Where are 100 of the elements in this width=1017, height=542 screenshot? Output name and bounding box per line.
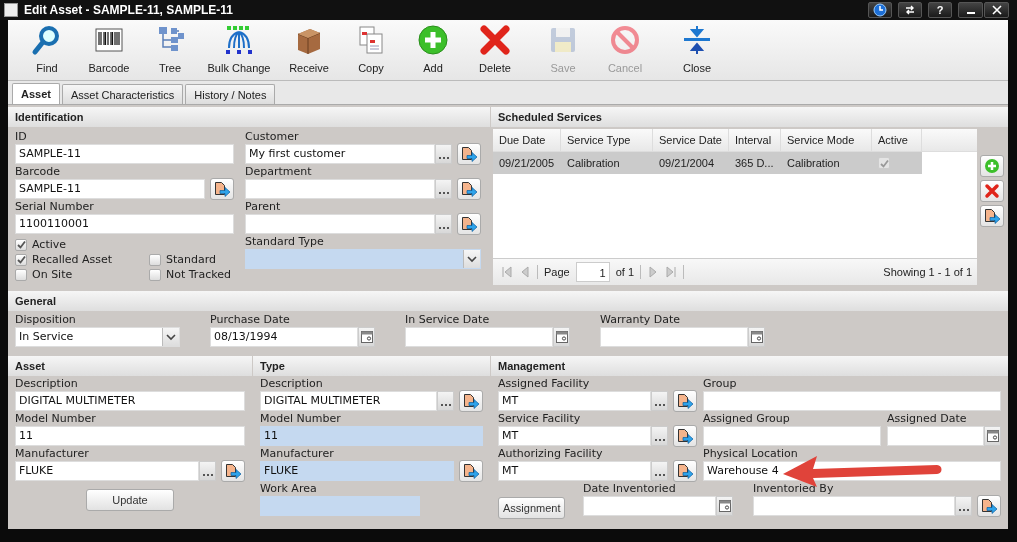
input-field[interactable] (583, 496, 716, 516)
bulk-icon (223, 24, 255, 56)
input-field[interactable] (260, 496, 420, 516)
checkbox[interactable] (15, 253, 27, 266)
browse-button[interactable] (651, 461, 668, 481)
column-header[interactable]: Service Mode (781, 129, 872, 151)
field-label: Work Area (260, 481, 318, 496)
input-field[interactable]: MT (498, 426, 651, 446)
calendar-button[interactable] (716, 496, 733, 516)
calendar-button[interactable] (984, 426, 1001, 446)
input-field[interactable] (245, 179, 435, 199)
input-field[interactable]: SAMPLE-11 (15, 179, 205, 199)
close-button[interactable] (984, 2, 1009, 18)
page-input[interactable]: 1 (575, 262, 610, 282)
input-field[interactable] (405, 327, 553, 347)
form-button[interactable]: Update (86, 489, 174, 511)
input-field[interactable] (887, 426, 984, 446)
field-label: Customer (245, 129, 300, 144)
input-field[interactable]: 11 (15, 426, 245, 446)
input-field[interactable]: FLUKE (15, 461, 199, 481)
go-to-button[interactable] (457, 213, 481, 235)
input-field[interactable]: 11 (260, 426, 483, 446)
input-field[interactable] (703, 391, 1001, 411)
field-label: Authorizing Facility (498, 446, 604, 461)
field-label: Department (245, 164, 313, 179)
page-count: of 1 (615, 266, 635, 278)
go-to-button[interactable] (673, 425, 697, 447)
calendar-button[interactable] (358, 327, 375, 347)
page-label: Page (544, 266, 570, 278)
input-field[interactable]: FLUKE (260, 461, 454, 481)
delete-button[interactable] (980, 180, 1004, 202)
input-field[interactable] (753, 496, 955, 516)
input-field[interactable]: My first customer (245, 144, 435, 164)
input-field[interactable]: MT (498, 391, 651, 411)
browse-button[interactable] (435, 144, 452, 164)
input-field[interactable]: 1100110001 (15, 214, 234, 234)
browse-button[interactable] (199, 461, 216, 481)
browse-button[interactable] (437, 391, 454, 411)
go-to-button[interactable] (221, 460, 245, 482)
document-arrow-icon (462, 462, 480, 480)
column-header[interactable]: Service Type (561, 129, 653, 151)
go-to-button[interactable] (457, 178, 481, 200)
column-header[interactable]: Active (872, 129, 922, 151)
toolbar-button[interactable]: Add (402, 24, 464, 81)
checkbox[interactable] (149, 253, 161, 266)
checkbox-label: Active (32, 238, 67, 251)
swap-button[interactable] (898, 2, 922, 18)
column-header[interactable]: Due Date (493, 129, 561, 151)
checkbox[interactable] (15, 238, 27, 251)
field-label: Group (703, 376, 738, 391)
tab[interactable]: Asset Characteristics (61, 84, 184, 104)
toolbar-button[interactable]: Barcode (78, 24, 140, 81)
input-field[interactable] (703, 426, 881, 446)
toolbar-button[interactable]: Delete (464, 24, 526, 81)
input-field[interactable]: DIGITAL MULTIMETER (260, 391, 437, 411)
input-field[interactable]: MT (498, 461, 651, 481)
minimize-button[interactable] (958, 2, 983, 18)
document-arrow-icon (676, 427, 694, 445)
field-label: Assigned Group (703, 411, 791, 426)
column-header[interactable]: Interval (729, 129, 781, 151)
browse-button[interactable] (435, 179, 452, 199)
browse-button[interactable] (435, 214, 452, 234)
toolbar-button[interactable]: Close (666, 24, 728, 81)
dropdown[interactable]: In Service (15, 327, 180, 347)
input-field[interactable]: 08/13/1994 (210, 327, 358, 347)
toolbar-button[interactable]: Receive (278, 24, 340, 81)
go-to-button[interactable] (977, 495, 1001, 517)
input-field[interactable] (600, 327, 748, 347)
go-to-button[interactable] (459, 390, 483, 412)
section-header: General (8, 291, 1008, 311)
close-icon (681, 24, 713, 56)
checkbox[interactable] (149, 268, 161, 281)
browse-button[interactable] (651, 391, 668, 411)
calendar-button[interactable] (748, 327, 765, 347)
browse-button[interactable] (651, 426, 668, 446)
toolbar-button[interactable]: Find (16, 24, 78, 81)
calendar-button[interactable] (553, 327, 570, 347)
table-row[interactable]: 09/21/2005 Calibration 09/21/2004 365 D... Calibration (493, 152, 922, 174)
go-to-button[interactable] (210, 178, 234, 200)
tab[interactable]: History / Notes (185, 84, 276, 104)
browse-button[interactable] (955, 496, 972, 516)
go-to-button[interactable] (980, 205, 1004, 227)
column-header[interactable]: Service Date (653, 129, 729, 151)
toolbar-button[interactable]: Bulk Change (200, 24, 278, 81)
go-to-button[interactable] (457, 143, 481, 165)
go-to-button[interactable] (459, 460, 483, 482)
toolbar-button[interactable]: Tree (140, 24, 200, 81)
go-to-button[interactable] (673, 460, 697, 482)
input-field[interactable]: SAMPLE-11 (15, 144, 234, 164)
checkbox[interactable] (15, 268, 27, 281)
toolbar-button[interactable]: Copy (340, 24, 402, 81)
input-field[interactable] (245, 214, 435, 234)
input-field[interactable]: DIGITAL MULTIMETER (15, 391, 245, 411)
help-button[interactable]: ? (928, 2, 952, 18)
form-button[interactable]: Assignment (498, 497, 566, 519)
go-to-button[interactable] (673, 390, 697, 412)
ellipsis-icon (654, 404, 665, 407)
table-cell-text: 365 D... (734, 156, 775, 171)
history-button[interactable] (868, 2, 892, 18)
tab[interactable]: Asset (12, 83, 60, 104)
